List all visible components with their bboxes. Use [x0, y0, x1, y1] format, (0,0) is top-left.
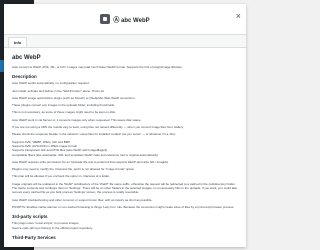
paragraph: Auto WebP troubleshooting and other comm…	[12, 197, 153, 202]
modal-title: Ⓐ abc WebP	[113, 17, 150, 24]
paragraph: Auto WebP requires write permission for …	[12, 159, 169, 164]
modal-header: Ⓐ abc WebP ×	[4, 4, 246, 34]
modal-tabs: Info	[4, 34, 246, 48]
paragraph: Auto WebP works automatically, no config…	[12, 81, 90, 86]
plugin-description: abc WebP Auto convert to WebP, AVIF, JXL…	[4, 48, 246, 247]
paragraph: Auto WebP image optimization plugin (suc…	[12, 95, 136, 100]
third-party-heading: 3rd-party scripts	[12, 214, 48, 220]
plugin-heading: abc WebP	[12, 55, 41, 61]
paragraph: Plugins may need to modify the .htaccess…	[12, 167, 135, 172]
plugin-logo-icon	[100, 14, 111, 24]
list-item: Compatible filters (like autoloader, URL…	[12, 152, 159, 157]
formats-list: Supports AVIF, WEBP, JPEG, GIF and BMP S…	[12, 140, 238, 157]
close-icon[interactable]: ×	[236, 12, 241, 21]
third-party-list: This plugin uses "Local scripts" to proc…	[12, 221, 238, 230]
paragraph: Just install, activate and deliver in th…	[12, 88, 105, 93]
paragraph: This is not necessary, as some of these …	[12, 110, 116, 115]
paragraph: This plan will be allowed if you uncheck…	[12, 174, 110, 179]
paragraph: Auto WebP work in via Server or, it conv…	[12, 117, 142, 122]
list-item: Source code (all repo history) in the of…	[12, 225, 93, 230]
tab-info[interactable]: Info	[8, 37, 28, 47]
description-heading: Description	[12, 74, 37, 80]
footer-note: PS/OPTS: Enables cache-warmer or non-cac…	[12, 204, 235, 209]
paragraph: If you are not using a CDN the results v…	[12, 125, 184, 130]
paragraph: Please check the response header in the …	[12, 132, 177, 137]
plugin-details-modal: Ⓐ abc WebP × Info abc WebP Auto convert …	[4, 4, 246, 247]
intro-text: Auto convert to WebP, AVIF, JXL, or ICO.…	[12, 65, 183, 69]
paragraph: These plugins convert any images in the …	[12, 103, 115, 108]
third-party-services-heading: Third-Party Services	[12, 234, 56, 240]
paragraph: Image originals will be unaltered in the…	[12, 181, 238, 195]
